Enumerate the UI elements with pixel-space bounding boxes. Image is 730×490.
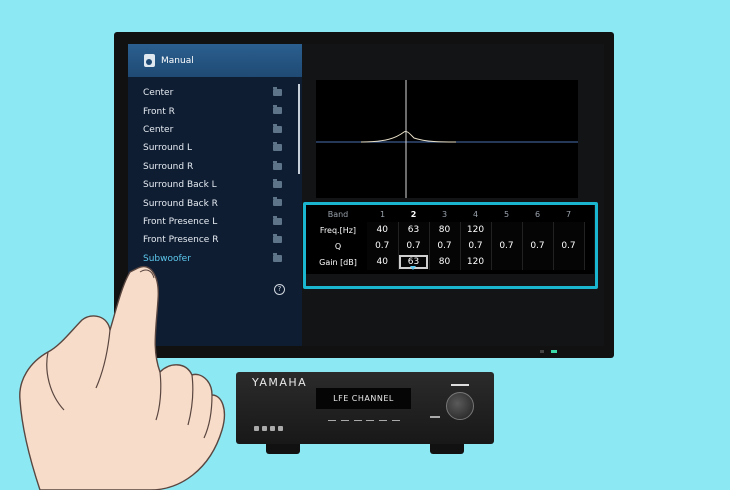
channel-item[interactable]: Surround Back R [128, 194, 298, 212]
folder-icon [273, 142, 282, 152]
channel-label: Front Presence R [143, 235, 219, 246]
tv-indicator [540, 350, 544, 353]
channel-label: Subwoofer [143, 253, 191, 264]
channel-label: Surround Back R [143, 198, 218, 209]
channel-item[interactable]: Center [128, 84, 298, 102]
folder-icon [273, 123, 282, 133]
menu-title: Manual [161, 55, 194, 66]
channel-list: Center Front R Center Surround L Surroun… [128, 84, 298, 268]
av-receiver: YAMAHA LFE CHANNEL [236, 372, 494, 444]
channel-item[interactable]: Surround R [128, 158, 298, 176]
eq-curve-svg [316, 80, 578, 198]
receiver-buttons[interactable] [328, 420, 400, 426]
folder-icon [273, 105, 282, 115]
channel-item[interactable]: Front R [128, 102, 298, 120]
eq-curve [360, 131, 457, 143]
menu-header: Manual [128, 44, 302, 77]
folder-icon [273, 215, 282, 225]
receiver-controls[interactable] [254, 416, 294, 431]
channel-item[interactable]: Front Presence R [128, 231, 298, 249]
eq-response-graph [316, 80, 578, 198]
highlight-box [303, 202, 598, 289]
folder-icon [273, 234, 282, 244]
channel-item[interactable]: Surround L [128, 139, 298, 157]
receiver-brand: YAMAHA [252, 376, 308, 389]
channel-item[interactable]: Front Presence L [128, 213, 298, 231]
speaker-icon [144, 54, 155, 67]
channel-label: Center [143, 88, 174, 99]
channel-item-subwoofer[interactable]: Subwoofer [128, 250, 298, 268]
receiver-control-right[interactable] [430, 416, 440, 424]
help-icon[interactable]: ? [274, 284, 285, 295]
sidebar-scrollbar[interactable] [298, 84, 300, 174]
receiver-foot-right [430, 444, 464, 454]
channel-sidebar: Manual Center Front R Center Surround L … [128, 44, 302, 346]
receiver-display: LFE CHANNEL [316, 388, 411, 409]
folder-icon [273, 160, 282, 170]
folder-icon [273, 87, 282, 96]
channel-label: Center [143, 124, 174, 135]
volume-knob[interactable] [446, 392, 474, 420]
folder-icon [273, 197, 282, 207]
channel-label: Front R [143, 106, 175, 117]
channel-label: Surround L [143, 143, 192, 154]
receiver-foot-left [266, 444, 300, 454]
channel-label: Surround Back L [143, 180, 217, 191]
channel-label: Surround R [143, 161, 194, 172]
tv-screen: Manual Center Front R Center Surround L … [128, 44, 604, 346]
channel-item[interactable]: Center [128, 121, 298, 139]
channel-item[interactable]: Surround Back L [128, 176, 298, 194]
folder-icon [273, 178, 282, 188]
folder-icon [273, 252, 282, 262]
channel-label: Front Presence L [143, 216, 218, 227]
tv-power-led [551, 350, 557, 353]
knob-indicator [451, 384, 469, 386]
